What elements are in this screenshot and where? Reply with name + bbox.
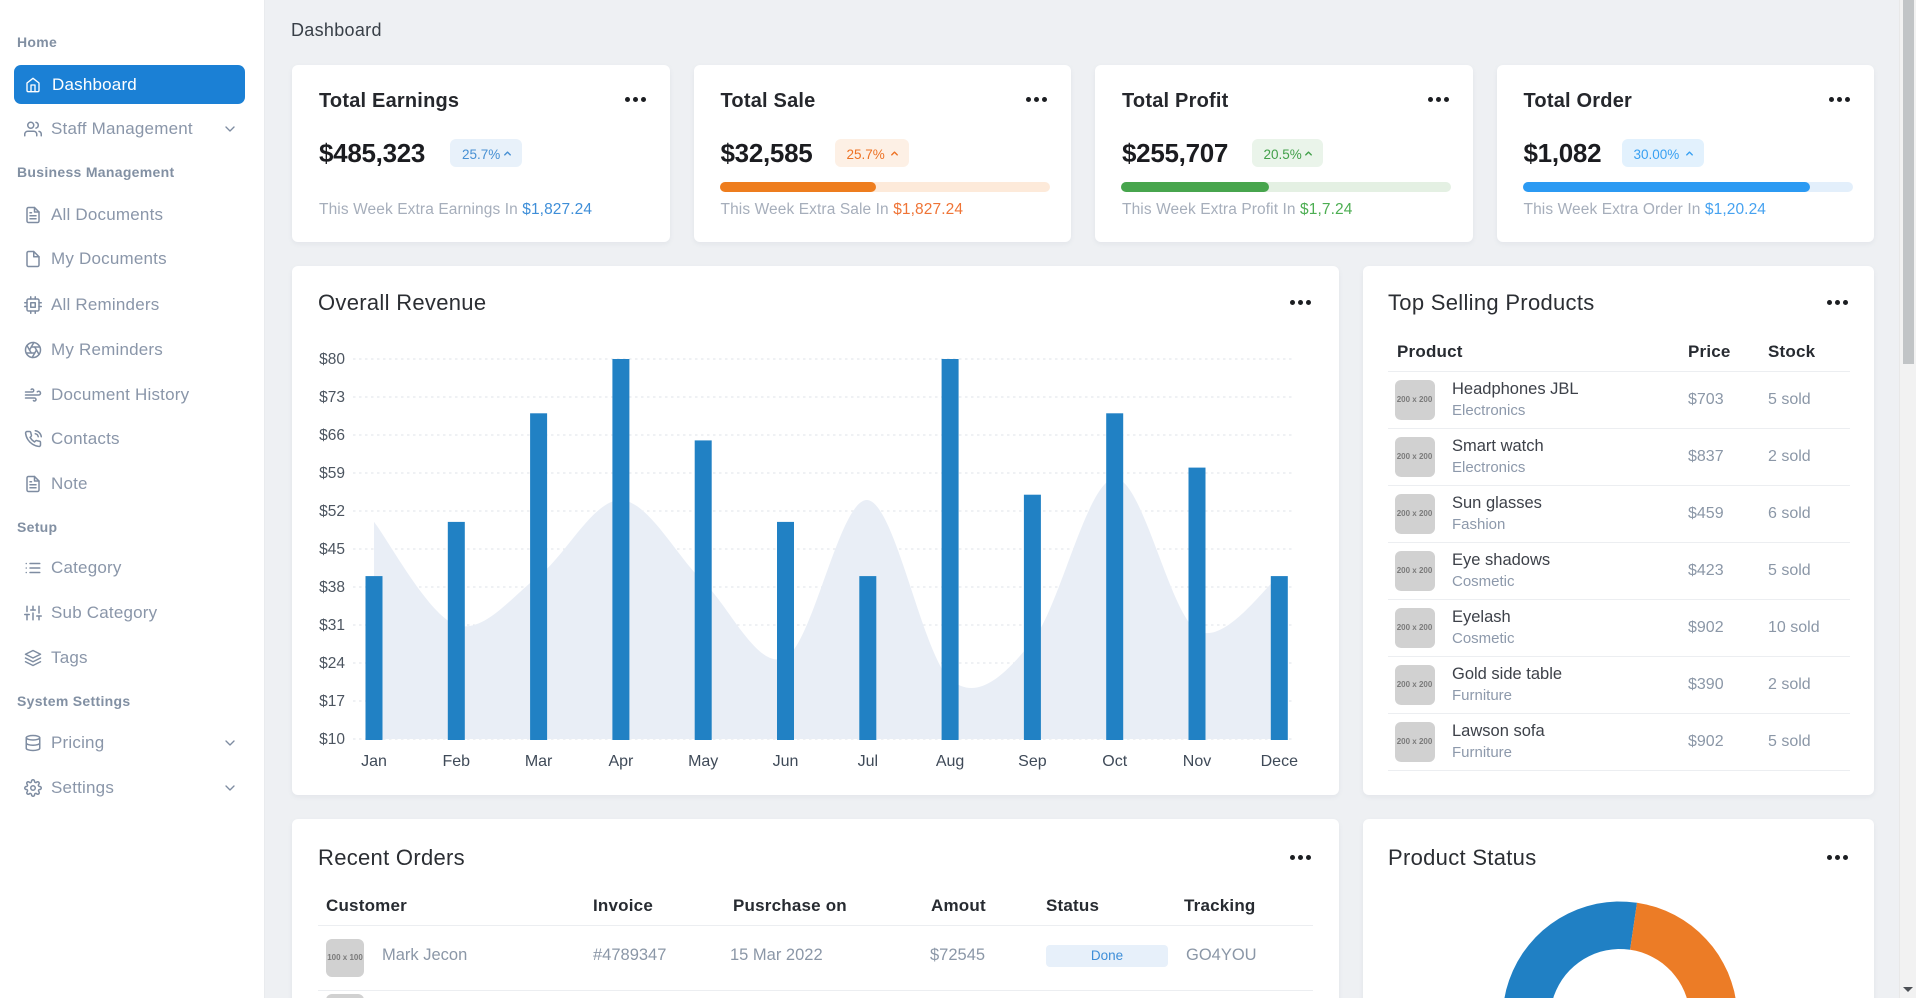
svg-text:$59: $59 (319, 465, 345, 482)
svg-text:Jun: Jun (773, 753, 799, 770)
svg-text:Nov: Nov (1183, 753, 1211, 770)
svg-text:Sep: Sep (1018, 753, 1047, 770)
svg-text:Apr: Apr (608, 753, 634, 770)
svg-text:$10: $10 (319, 731, 345, 748)
svg-text:Oct: Oct (1102, 753, 1127, 770)
svg-text:$31: $31 (319, 617, 345, 634)
svg-text:Mar: Mar (525, 753, 553, 770)
svg-text:$17: $17 (319, 693, 345, 710)
svg-text:Aug: Aug (936, 753, 964, 770)
svg-text:$66: $66 (319, 427, 345, 444)
svg-text:Jul: Jul (858, 753, 878, 770)
svg-text:$45: $45 (319, 541, 345, 558)
svg-text:$24: $24 (319, 655, 345, 672)
svg-text:Jan: Jan (361, 753, 387, 770)
svg-text:$73: $73 (319, 389, 345, 406)
svg-text:$80: $80 (319, 351, 345, 368)
svg-text:Feb: Feb (443, 753, 471, 770)
svg-text:May: May (688, 753, 718, 770)
svg-text:$38: $38 (319, 579, 345, 596)
svg-text:$52: $52 (319, 503, 345, 520)
svg-text:Dece: Dece (1261, 753, 1298, 770)
